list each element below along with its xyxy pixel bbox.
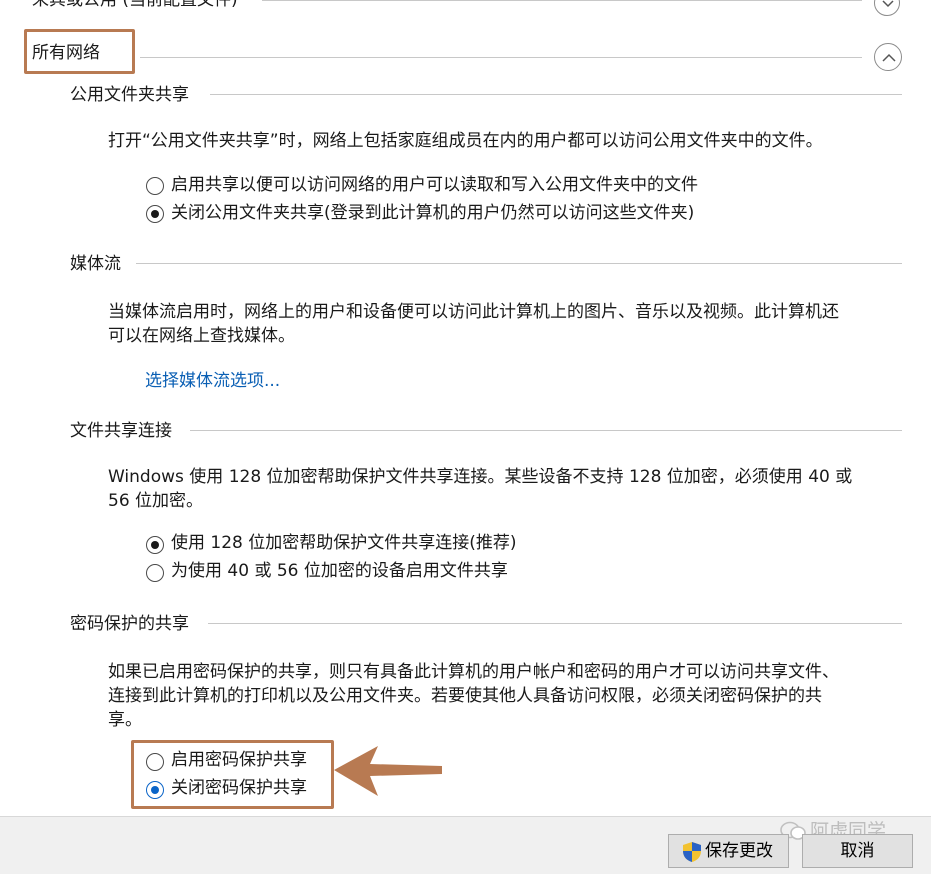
radio-encryption-40-56[interactable] xyxy=(146,564,164,582)
radio-public-folder-off[interactable] xyxy=(146,205,164,223)
chevron-down-icon xyxy=(882,0,894,8)
subsection-title-public-folder: 公用文件夹共享 xyxy=(70,85,189,105)
public-folder-description: 打开“公用文件夹共享”时，网络上包括家庭组成员在内的用户都可以访问公用文件夹中的… xyxy=(108,131,823,151)
cancel-label: 取消 xyxy=(840,841,875,861)
save-changes-label: 保存更改 xyxy=(705,841,773,861)
divider xyxy=(210,94,902,95)
subsection-title-file-sharing: 文件共享连接 xyxy=(70,421,172,441)
radio-label-public-folder-off[interactable]: 关闭公用文件夹共享(登录到此计算机的用户仍然可以访问这些文件夹) xyxy=(171,201,694,225)
radio-label-encryption-40-56[interactable]: 为使用 40 或 56 位加密的设备启用文件共享 xyxy=(171,559,508,583)
password-description-line3: 享。 xyxy=(108,710,142,730)
expand-section-button[interactable] xyxy=(874,0,900,16)
divider xyxy=(190,430,902,431)
divider xyxy=(136,263,902,264)
radio-encryption-128[interactable] xyxy=(146,536,164,554)
media-description-line1: 当媒体流启用时，网络上的用户和设备便可以访问此计算机上的图片、音乐以及视频。此计… xyxy=(108,302,839,322)
annotation-arrow-icon xyxy=(334,746,442,796)
radio-password-sharing-off[interactable] xyxy=(146,781,164,799)
file-sharing-description-line1: Windows 使用 128 位加密帮助保护文件共享连接。某些设备不支持 128… xyxy=(108,467,853,487)
cancel-button[interactable]: 取消 xyxy=(802,834,913,868)
radio-public-folder-on[interactable] xyxy=(146,177,164,195)
radio-label-public-folder-on[interactable]: 启用共享以便可以访问网络的用户可以读取和写入公用文件夹中的文件 xyxy=(171,173,698,197)
chevron-up-icon xyxy=(882,53,896,62)
divider xyxy=(140,57,862,58)
password-description-line2: 连接到此计算机的打印机以及公用文件夹。若要使其他人具备访问权限，必须关闭密码保护… xyxy=(108,686,822,706)
divider xyxy=(262,0,862,1)
section-title-guest-public: 来宾或公用 (当前配置文件) xyxy=(32,0,238,10)
radio-label-password-sharing-off[interactable]: 关闭密码保护共享 xyxy=(171,776,307,800)
divider xyxy=(208,623,902,624)
subsection-title-media: 媒体流 xyxy=(70,254,121,274)
collapse-section-button[interactable] xyxy=(874,43,902,71)
password-description-line1: 如果已启用密码保护的共享，则只有具备此计算机的用户帐户和密码的用户才可以访问共享… xyxy=(108,662,839,682)
radio-password-sharing-on[interactable] xyxy=(146,753,164,771)
radio-label-password-sharing-on[interactable]: 启用密码保护共享 xyxy=(171,748,307,772)
subsection-title-password: 密码保护的共享 xyxy=(70,614,189,634)
file-sharing-description-line2: 56 位加密。 xyxy=(108,491,204,511)
media-streaming-options-link[interactable]: 选择媒体流选项... xyxy=(145,369,280,393)
uac-shield-icon xyxy=(683,842,701,862)
media-description-line2: 可以在网络上查找媒体。 xyxy=(108,326,295,346)
radio-label-encryption-128[interactable]: 使用 128 位加密帮助保护文件共享连接(推荐) xyxy=(171,531,517,555)
save-changes-button[interactable]: 保存更改 xyxy=(668,834,789,868)
section-title-all-networks: 所有网络 xyxy=(32,43,100,63)
